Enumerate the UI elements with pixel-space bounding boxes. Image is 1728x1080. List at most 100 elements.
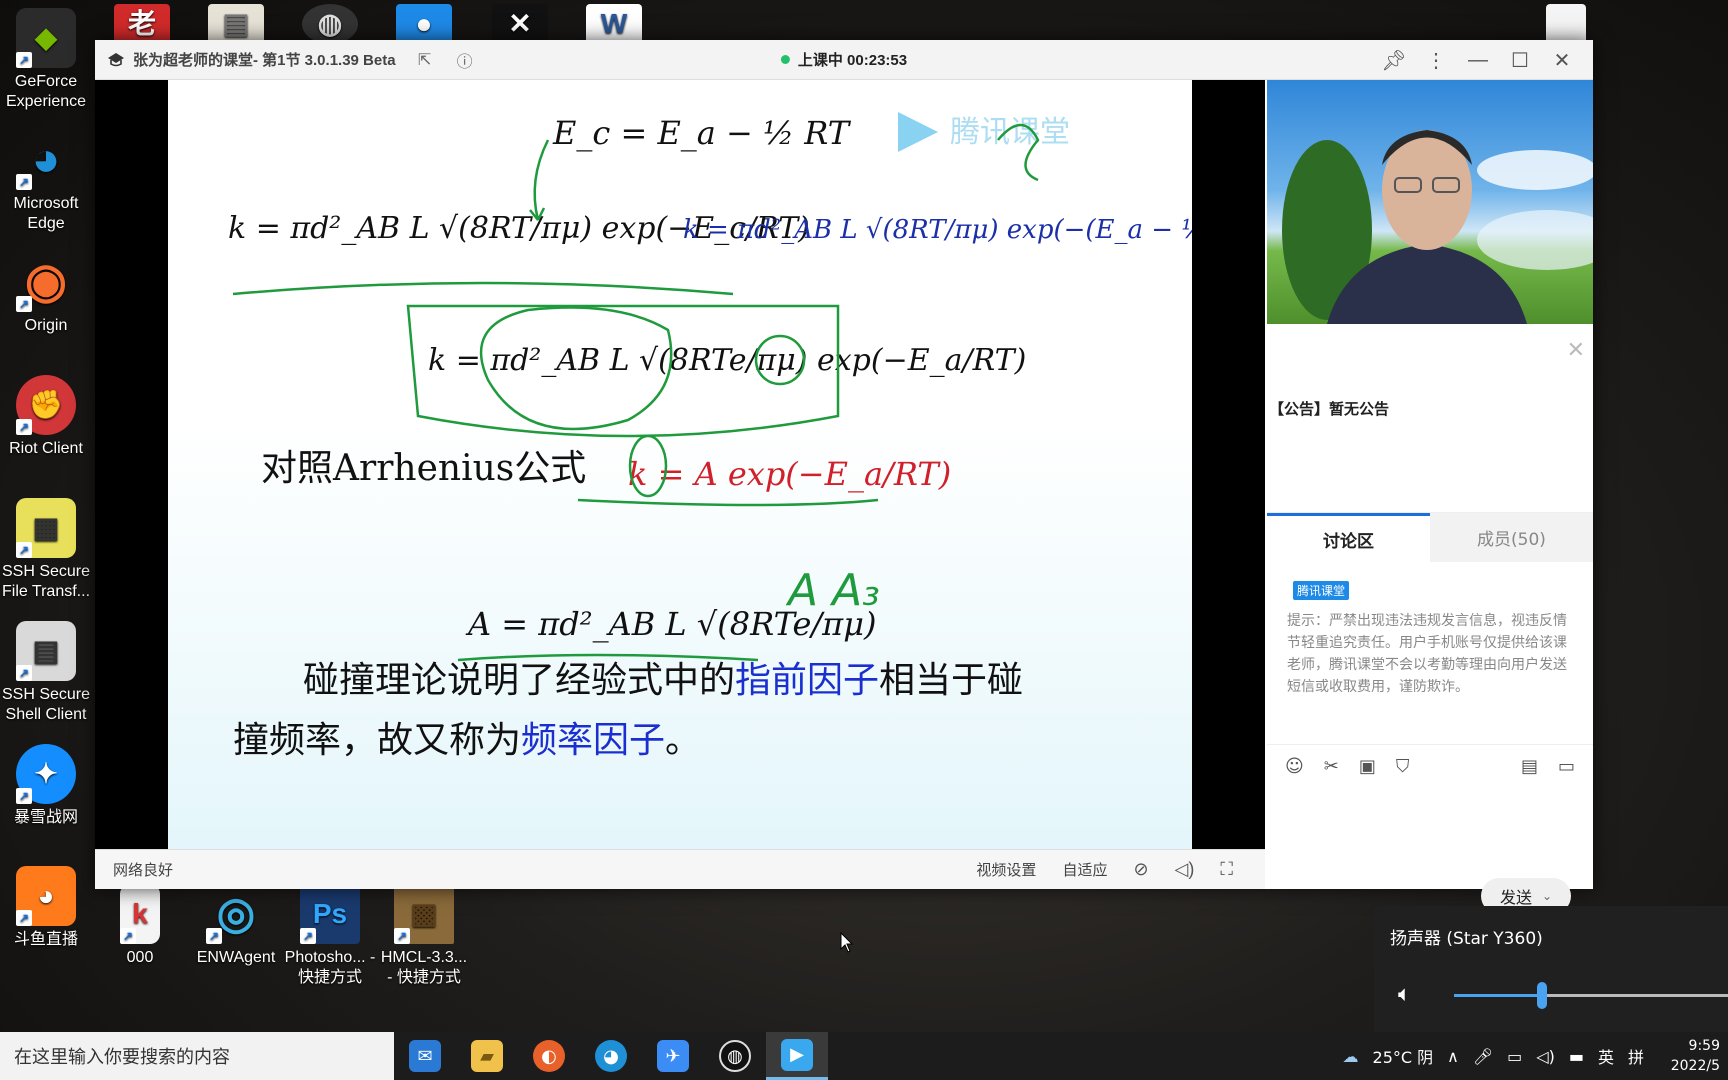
chevron-up-icon[interactable]: ∧ bbox=[1447, 1047, 1459, 1066]
volume-slider-thumb[interactable] bbox=[1536, 982, 1547, 1009]
watermark-text: 腾讯课堂 bbox=[950, 115, 1070, 150]
taskbar-obs[interactable]: ◍ bbox=[704, 1032, 766, 1080]
blank-file-icon bbox=[1546, 4, 1586, 44]
tab-members[interactable]: 成员(50) bbox=[1430, 513, 1593, 562]
weather-text[interactable]: 25°C 阴 bbox=[1373, 1044, 1434, 1068]
desktop-icon-hmcl[interactable]: ▩ ↗ HMCL-3.3... - 快捷方式 bbox=[378, 884, 470, 988]
taskbar-firefox[interactable]: ◐ bbox=[518, 1032, 580, 1080]
taskbar-search[interactable]: 在这里输入你要搜索的内容 bbox=[0, 1032, 394, 1080]
network-icon[interactable]: ▭ bbox=[1507, 1047, 1522, 1066]
ime-pinyin[interactable]: 拼 bbox=[1628, 1044, 1644, 1068]
danmaku-off-icon[interactable]: ⊘ bbox=[1133, 859, 1148, 880]
report-icon[interactable]: ⓘ bbox=[454, 49, 476, 71]
game-logo-icon: ◍ bbox=[302, 4, 358, 44]
handwritten-note: A A₃ bbox=[785, 565, 880, 616]
desktop-icon-edge[interactable]: ◕ ↗ Microsoft Edge bbox=[0, 130, 92, 234]
pin-icon[interactable]: 📌︎ bbox=[1373, 48, 1415, 73]
minimize-button[interactable]: — bbox=[1457, 49, 1499, 72]
emoji-icon[interactable]: ☺ bbox=[1285, 756, 1304, 777]
desktop-icon-ssh-shell[interactable]: ▤ ↗ SSH Secure Shell Client bbox=[0, 621, 92, 725]
teacher-camera[interactable] bbox=[1267, 80, 1593, 324]
close-button[interactable]: ✕ bbox=[1541, 48, 1583, 73]
edge-icon: ◕ bbox=[595, 1040, 627, 1072]
more-icon[interactable]: ⋮ bbox=[1415, 48, 1457, 73]
side-panel: ✕ 【公告】暂无公告 讨论区 成员(50) 腾讯课堂 提示：严禁出现违法违规发言… bbox=[1267, 80, 1593, 914]
clock[interactable]: 9:59 2022/5 bbox=[1658, 1036, 1720, 1076]
weather-icon[interactable]: ☁ bbox=[1343, 1047, 1359, 1066]
image-icon[interactable]: ▣ bbox=[1359, 756, 1376, 777]
desktop-icon-origin[interactable]: ◉ ↗ Origin bbox=[0, 252, 92, 336]
search-placeholder: 在这里输入你要搜索的内容 bbox=[14, 1047, 230, 1067]
volume-icon[interactable]: ◁) bbox=[1175, 859, 1195, 880]
speaker-icon[interactable]: 🔈︎ bbox=[1398, 982, 1411, 1007]
tencent-classroom-icon: ▶ bbox=[781, 1038, 813, 1071]
close-camera-icon[interactable]: ✕ bbox=[1567, 338, 1585, 363]
classroom-window: 张为超老师的课堂- 第1节 3.0.1.39 Beta ⇱ ⓘ 上课中 00:2… bbox=[95, 40, 1593, 914]
desktop-icon-000[interactable]: k ↗ 000 bbox=[94, 884, 186, 968]
desktop-icon-geforce[interactable]: ◆ ↗ GeForce Experience bbox=[0, 8, 92, 112]
desktop-icon-label: Riot Client bbox=[9, 440, 83, 457]
maximize-button[interactable]: ☐ bbox=[1499, 48, 1541, 73]
taskbar-tencent-classroom[interactable]: ▶ bbox=[766, 1032, 828, 1080]
teacher-video bbox=[1282, 130, 1593, 324]
system-badge: 腾讯课堂 bbox=[1293, 581, 1350, 600]
desktop-icon-douyu[interactable]: ◕ ↗ 斗鱼直播 bbox=[0, 866, 92, 950]
slide-line1-b: 指前因子 bbox=[735, 660, 879, 701]
desktop-icon-photoshop[interactable]: Ps ↗ Photosho... - 快捷方式 bbox=[284, 884, 376, 988]
taskbar-feishu[interactable]: ✈ bbox=[642, 1032, 704, 1080]
taskbar-edge[interactable]: ◕ bbox=[580, 1032, 642, 1080]
card-icon[interactable]: ▤ bbox=[1521, 756, 1538, 777]
video-area[interactable]: 腾讯课堂 E_c = E_a − ½ RT k = πd²_AB L √(8RT… bbox=[95, 80, 1265, 889]
slide-drawing: 腾讯课堂 E_c = E_a − ½ RT k = πd²_AB L √(8RT… bbox=[228, 112, 1192, 761]
microphone-icon[interactable]: 🎤︎ bbox=[1473, 1047, 1493, 1066]
send-label: 发送 bbox=[1499, 888, 1532, 907]
desktop-icon-enwagent[interactable]: ◎ ↗ ENWAgent bbox=[190, 884, 282, 968]
folder-k-icon: k ↗ bbox=[120, 884, 160, 944]
ime-mode[interactable]: 英 bbox=[1598, 1044, 1614, 1068]
slide-line1-c: 相当于碰 bbox=[879, 660, 1023, 701]
popout-icon[interactable]: ⇱ bbox=[414, 49, 436, 71]
fullscreen-icon[interactable]: ⛶ bbox=[1220, 859, 1233, 880]
taskbar-mail[interactable]: ✉ bbox=[394, 1032, 456, 1080]
shield-icon[interactable]: ⛉ bbox=[1396, 756, 1410, 777]
adaptive-button[interactable]: 自适应 bbox=[1062, 859, 1107, 880]
volume-flyout: 扬声器 (Star Y360) 🔈︎ bbox=[1374, 906, 1728, 1032]
desktop-icon-riot[interactable]: ✊ ↗ Riot Client bbox=[0, 375, 92, 459]
video-control-bar: 网络良好 视频设置 自适应 ⊘ ◁) ⛶ bbox=[95, 849, 1265, 889]
tencent-classroom-icon bbox=[107, 51, 125, 69]
clock-date: 2022/5 bbox=[1670, 1058, 1720, 1074]
chevron-down-icon[interactable]: ⌄ bbox=[1542, 889, 1552, 903]
qq-icon: ● bbox=[396, 4, 452, 44]
volume-slider-fill bbox=[1454, 994, 1542, 997]
bird-icon: ✈ bbox=[657, 1040, 689, 1072]
desktop-icon-label: HMCL-3.3... - 快捷方式 bbox=[380, 949, 468, 986]
desktop-icon-ssh-file[interactable]: ▦ ↗ SSH Secure File Transf... bbox=[0, 498, 92, 602]
ssh-shell-icon: ▤ ↗ bbox=[16, 621, 76, 681]
video-settings-button[interactable]: 视频设置 bbox=[976, 859, 1036, 880]
desktop-icon-battlenet[interactable]: ✦ ↗ 暴雪战网 bbox=[0, 744, 92, 828]
app-red-icon: 老 bbox=[114, 4, 170, 44]
edge-icon: ◕ ↗ bbox=[16, 130, 76, 190]
title-bar: 张为超老师的课堂- 第1节 3.0.1.39 Beta ⇱ ⓘ 上课中 00:2… bbox=[95, 40, 1593, 80]
slide-line2-b: 频率因子 bbox=[521, 720, 665, 761]
volume-slider[interactable] bbox=[1454, 982, 1728, 1009]
tab-discussion[interactable]: 讨论区 bbox=[1267, 513, 1430, 562]
feedback-icon[interactable]: ▭ bbox=[1558, 756, 1575, 777]
scissors-icon[interactable]: ✂ bbox=[1324, 756, 1339, 777]
video-controls: 视频设置 自适应 ⊘ ◁) ⛶ bbox=[976, 859, 1233, 880]
firefox-icon: ◐ bbox=[533, 1040, 565, 1072]
mail-icon: ✉ bbox=[409, 1040, 441, 1072]
geforce-icon: ◆ ↗ bbox=[16, 8, 76, 68]
equation-k2: k = πd²_AB L √(8RT/πμ) exp(−(E_a − ½RT)/… bbox=[683, 215, 1192, 245]
taskbar-explorer[interactable]: ▰ bbox=[456, 1032, 518, 1080]
desktop-icon-label: ENWAgent bbox=[196, 949, 276, 966]
desktop-icon-label: Origin bbox=[24, 317, 68, 334]
equation-k3: k = πd²_AB L √(8RTe/πμ) exp(−E_a/RT) bbox=[428, 343, 1026, 378]
announcement: 【公告】暂无公告 bbox=[1269, 401, 1390, 418]
volume-tray-icon[interactable]: ◁) bbox=[1536, 1047, 1555, 1066]
network-status: 网络良好 bbox=[113, 862, 174, 879]
audio-device-name[interactable]: 扬声器 (Star Y360) bbox=[1390, 924, 1543, 949]
riot-icon: ✊ ↗ bbox=[16, 375, 76, 435]
battery-icon[interactable]: ▬ bbox=[1569, 1047, 1584, 1066]
slide-line2-c: 。 bbox=[665, 720, 701, 761]
